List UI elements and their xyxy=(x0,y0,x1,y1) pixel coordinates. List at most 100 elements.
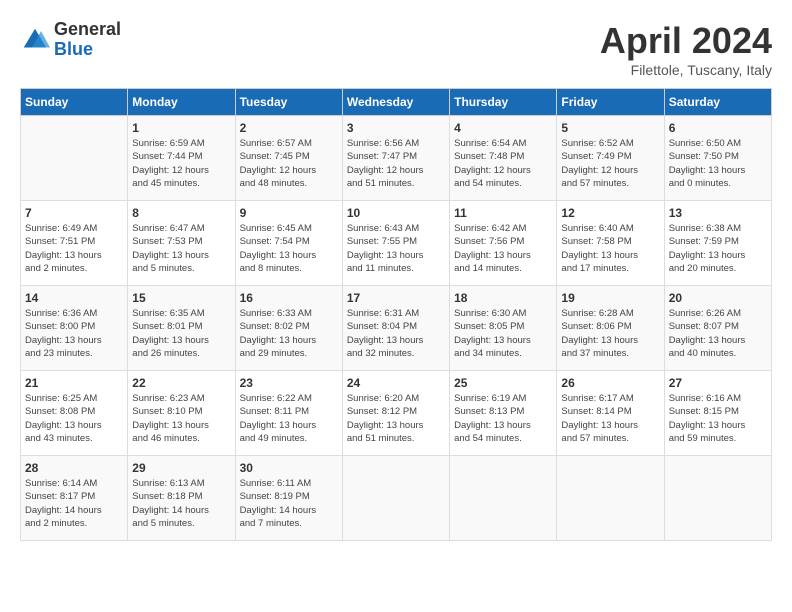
location-subtitle: Filettole, Tuscany, Italy xyxy=(600,62,772,78)
day-info: Sunrise: 6:14 AM Sunset: 8:17 PM Dayligh… xyxy=(25,477,123,530)
calendar-cell: 24Sunrise: 6:20 AM Sunset: 8:12 PM Dayli… xyxy=(342,371,449,456)
calendar-cell: 26Sunrise: 6:17 AM Sunset: 8:14 PM Dayli… xyxy=(557,371,664,456)
calendar-cell: 6Sunrise: 6:50 AM Sunset: 7:50 PM Daylig… xyxy=(664,116,771,201)
day-info: Sunrise: 6:22 AM Sunset: 8:11 PM Dayligh… xyxy=(240,392,338,445)
calendar-cell: 19 Sunrise: 6:28 AM Sunset: 8:06 PM Dayli… xyxy=(557,286,664,371)
calendar-table: SundayMondayTuesdayWednesdayThursdayFrid… xyxy=(20,88,772,541)
day-info: Sunrise: 6:17 AM Sunset: 8:14 PM Dayligh… xyxy=(561,392,659,445)
calendar-cell: 23 Sunrise: 6:22 AM Sunset: 8:11 PM Dayli… xyxy=(235,371,342,456)
calendar-cell: 16 Sunrise: 6:33 AM Sunset: 8:02 PM Dayli… xyxy=(235,286,342,371)
day-info: Sunrise: 6:11 AM Sunset: 8:19 PM Dayligh… xyxy=(240,477,338,530)
day-info: Sunrise: 6:49 AM Sunset: 7:51 PM Dayligh… xyxy=(25,222,123,275)
day-number: 14 xyxy=(25,291,123,305)
day-header-wednesday: Wednesday xyxy=(342,89,449,116)
day-header-monday: Monday xyxy=(128,89,235,116)
day-number: 28 xyxy=(25,461,123,475)
calendar-cell: 18Sunrise: 6:30 AM Sunset: 8:05 PM Dayli… xyxy=(450,286,557,371)
week-row-3: 14 Sunrise: 6:36 AM Sunset: 8:00 PM Dayli… xyxy=(21,286,772,371)
day-number: 12 xyxy=(561,206,659,220)
month-title: April 2024 xyxy=(600,20,772,62)
day-info: Sunrise: 6:42 AM Sunset: 7:56 PM Dayligh… xyxy=(454,222,552,275)
week-row-2: 7 Sunrise: 6:49 AM Sunset: 7:51 PM Daylig… xyxy=(21,201,772,286)
calendar-cell: 12 Sunrise: 6:40 AM Sunset: 7:58 PM Dayli… xyxy=(557,201,664,286)
calendar-cell: 8 Sunrise: 6:47 AM Sunset: 7:53 PM Daylig… xyxy=(128,201,235,286)
day-info: Sunrise: 6:54 AM Sunset: 7:48 PM Dayligh… xyxy=(454,137,552,190)
calendar-cell xyxy=(21,116,128,201)
calendar-cell: 1 Sunrise: 6:59 AM Sunset: 7:44 PM Daylig… xyxy=(128,116,235,201)
day-info: Sunrise: 6:45 AM Sunset: 7:54 PM Dayligh… xyxy=(240,222,338,275)
day-info: Sunrise: 6:31 AM Sunset: 8:04 PM Dayligh… xyxy=(347,307,445,360)
week-row-4: 21 Sunrise: 6:25 AM Sunset: 8:08 PM Dayli… xyxy=(21,371,772,456)
calendar-cell: 5Sunrise: 6:52 AM Sunset: 7:49 PM Daylig… xyxy=(557,116,664,201)
calendar-cell xyxy=(342,456,449,541)
calendar-cell: 2 Sunrise: 6:57 AM Sunset: 7:45 PM Daylig… xyxy=(235,116,342,201)
calendar-cell: 28 Sunrise: 6:14 AM Sunset: 8:17 PM Dayli… xyxy=(21,456,128,541)
day-info: Sunrise: 6:43 AM Sunset: 7:55 PM Dayligh… xyxy=(347,222,445,275)
day-number: 8 xyxy=(132,206,230,220)
week-row-1: 1 Sunrise: 6:59 AM Sunset: 7:44 PM Daylig… xyxy=(21,116,772,201)
calendar-cell: 20Sunrise: 6:26 AM Sunset: 8:07 PM Dayli… xyxy=(664,286,771,371)
calendar-cell: 17Sunrise: 6:31 AM Sunset: 8:04 PM Dayli… xyxy=(342,286,449,371)
day-number: 20 xyxy=(669,291,767,305)
day-number: 25 xyxy=(454,376,552,390)
day-info: Sunrise: 6:19 AM Sunset: 8:13 PM Dayligh… xyxy=(454,392,552,445)
day-info: Sunrise: 6:33 AM Sunset: 8:02 PM Dayligh… xyxy=(240,307,338,360)
day-info: Sunrise: 6:47 AM Sunset: 7:53 PM Dayligh… xyxy=(132,222,230,275)
day-number: 29 xyxy=(132,461,230,475)
day-info: Sunrise: 6:16 AM Sunset: 8:15 PM Dayligh… xyxy=(669,392,767,445)
calendar-cell: 3Sunrise: 6:56 AM Sunset: 7:47 PM Daylig… xyxy=(342,116,449,201)
calendar-cell: 13Sunrise: 6:38 AM Sunset: 7:59 PM Dayli… xyxy=(664,201,771,286)
calendar-cell: 14 Sunrise: 6:36 AM Sunset: 8:00 PM Dayli… xyxy=(21,286,128,371)
day-number: 21 xyxy=(25,376,123,390)
day-number: 30 xyxy=(240,461,338,475)
logo: General Blue xyxy=(20,20,121,60)
day-number: 27 xyxy=(669,376,767,390)
day-number: 3 xyxy=(347,121,445,135)
day-info: Sunrise: 6:40 AM Sunset: 7:58 PM Dayligh… xyxy=(561,222,659,275)
day-number: 15 xyxy=(132,291,230,305)
calendar-cell: 30 Sunrise: 6:11 AM Sunset: 8:19 PM Dayli… xyxy=(235,456,342,541)
day-number: 22 xyxy=(132,376,230,390)
day-number: 2 xyxy=(240,121,338,135)
header-row: SundayMondayTuesdayWednesdayThursdayFrid… xyxy=(21,89,772,116)
day-number: 23 xyxy=(240,376,338,390)
day-number: 11 xyxy=(454,206,552,220)
day-info: Sunrise: 6:52 AM Sunset: 7:49 PM Dayligh… xyxy=(561,137,659,190)
day-number: 6 xyxy=(669,121,767,135)
day-info: Sunrise: 6:59 AM Sunset: 7:44 PM Dayligh… xyxy=(132,137,230,190)
day-header-thursday: Thursday xyxy=(450,89,557,116)
day-number: 10 xyxy=(347,206,445,220)
day-number: 9 xyxy=(240,206,338,220)
logo-text: General Blue xyxy=(54,20,121,60)
week-row-5: 28 Sunrise: 6:14 AM Sunset: 8:17 PM Dayli… xyxy=(21,456,772,541)
calendar-cell: 10 Sunrise: 6:43 AM Sunset: 7:55 PM Dayli… xyxy=(342,201,449,286)
day-header-friday: Friday xyxy=(557,89,664,116)
calendar-cell: 11 Sunrise: 6:42 AM Sunset: 7:56 PM Dayli… xyxy=(450,201,557,286)
header: General Blue April 2024 Filettole, Tusca… xyxy=(20,20,772,78)
day-info: Sunrise: 6:25 AM Sunset: 8:08 PM Dayligh… xyxy=(25,392,123,445)
day-info: Sunrise: 6:57 AM Sunset: 7:45 PM Dayligh… xyxy=(240,137,338,190)
day-number: 16 xyxy=(240,291,338,305)
day-info: Sunrise: 6:35 AM Sunset: 8:01 PM Dayligh… xyxy=(132,307,230,360)
day-info: Sunrise: 6:28 AM Sunset: 8:06 PM Dayligh… xyxy=(561,307,659,360)
logo-blue: Blue xyxy=(54,40,121,60)
day-number: 19 xyxy=(561,291,659,305)
day-number: 7 xyxy=(25,206,123,220)
calendar-cell xyxy=(664,456,771,541)
day-header-saturday: Saturday xyxy=(664,89,771,116)
day-info: Sunrise: 6:36 AM Sunset: 8:00 PM Dayligh… xyxy=(25,307,123,360)
logo-icon xyxy=(20,25,50,55)
calendar-cell: 21 Sunrise: 6:25 AM Sunset: 8:08 PM Dayli… xyxy=(21,371,128,456)
calendar-cell: 7 Sunrise: 6:49 AM Sunset: 7:51 PM Daylig… xyxy=(21,201,128,286)
day-number: 1 xyxy=(132,121,230,135)
calendar-cell: 27 Sunrise: 6:16 AM Sunset: 8:15 PM Dayli… xyxy=(664,371,771,456)
day-header-sunday: Sunday xyxy=(21,89,128,116)
calendar-cell: 29 Sunrise: 6:13 AM Sunset: 8:18 PM Dayli… xyxy=(128,456,235,541)
logo-general: General xyxy=(54,20,121,40)
day-info: Sunrise: 6:20 AM Sunset: 8:12 PM Dayligh… xyxy=(347,392,445,445)
calendar-cell: 22Sunrise: 6:23 AM Sunset: 8:10 PM Dayli… xyxy=(128,371,235,456)
day-info: Sunrise: 6:13 AM Sunset: 8:18 PM Dayligh… xyxy=(132,477,230,530)
calendar-cell: 4Sunrise: 6:54 AM Sunset: 7:48 PM Daylig… xyxy=(450,116,557,201)
day-number: 18 xyxy=(454,291,552,305)
calendar-cell xyxy=(450,456,557,541)
